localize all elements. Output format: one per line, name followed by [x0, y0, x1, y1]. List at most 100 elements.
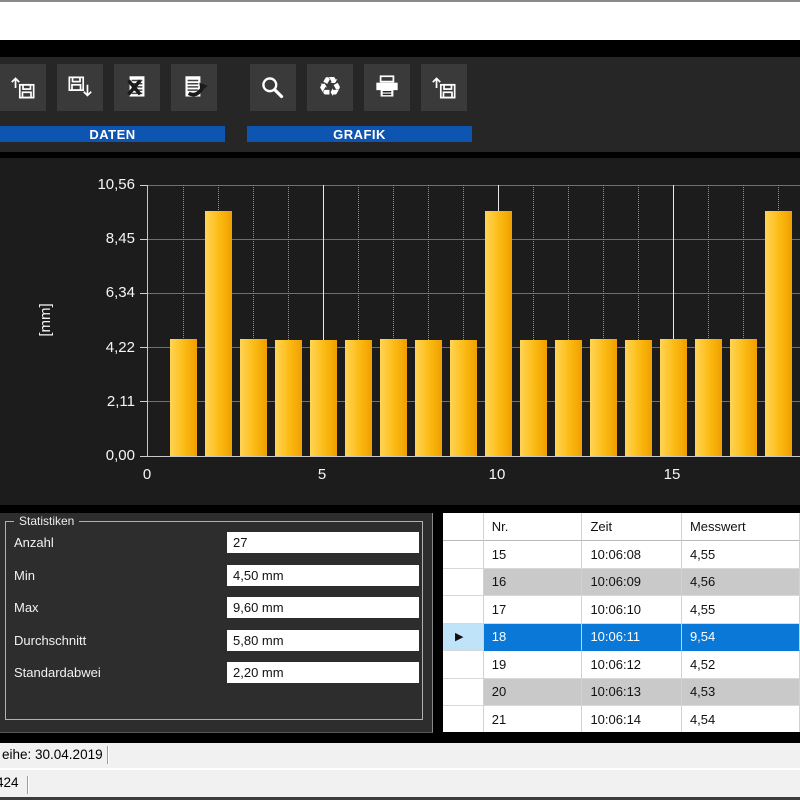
y-tick-label: 0,00: [55, 447, 135, 464]
table-row[interactable]: 1610:06:094,56: [443, 569, 800, 597]
min-label: Min: [14, 568, 35, 583]
row-header-cell[interactable]: ▶: [443, 624, 484, 652]
status-separator: [27, 776, 28, 794]
table-row[interactable]: 1910:06:124,52: [443, 651, 800, 679]
row-header-cell[interactable]: [443, 596, 484, 624]
grafik-group-label: GRAFIK: [247, 126, 472, 142]
gridline-horizontal: [148, 239, 800, 240]
row-header-cell[interactable]: [443, 569, 484, 597]
floppy-arrow-down-icon: [64, 72, 96, 104]
cell-nr[interactable]: 15: [484, 541, 583, 569]
bar-13: [590, 339, 617, 456]
standardabwei-row: Standardabwei: [0, 662, 432, 683]
export-data-button[interactable]: [171, 64, 217, 111]
row-header-cell[interactable]: [443, 679, 484, 707]
standardabwei-field[interactable]: [227, 662, 419, 683]
anzahl-label: Anzahl: [14, 535, 54, 550]
table-row[interactable]: 2110:06:144,54: [443, 706, 800, 732]
cell-nr[interactable]: 18: [484, 624, 583, 652]
table-row[interactable]: 1510:06:084,55: [443, 541, 800, 569]
table-header-row: Nr. Zeit Messwert: [443, 513, 800, 541]
bar-9: [450, 340, 477, 456]
series-date-text: eihe: 30.04.2019: [2, 747, 103, 762]
floppy-arrow-up-icon: [7, 72, 39, 104]
cell-zeit[interactable]: 10:06:13: [582, 679, 682, 707]
y-tick-mark: [140, 293, 147, 294]
cell-messwert[interactable]: 9,54: [682, 624, 800, 652]
bar-6: [345, 340, 372, 457]
menu-bar: [0, 2, 800, 40]
floppy-arrow-up-icon: [428, 72, 460, 104]
x-tick-label: 10: [482, 466, 512, 483]
max-label: Max: [14, 600, 39, 615]
durchschnitt-field[interactable]: [227, 630, 419, 651]
bar-5: [310, 340, 337, 456]
zoom-button[interactable]: [250, 64, 296, 111]
statistics-title: Statistiken: [14, 514, 79, 528]
print-button[interactable]: [364, 64, 410, 111]
cell-nr[interactable]: 19: [484, 651, 583, 679]
cell-nr[interactable]: 21: [484, 706, 583, 732]
bar-10: [485, 211, 512, 456]
document-arrow-icon: [178, 72, 210, 104]
cell-zeit[interactable]: 10:06:09: [582, 569, 682, 597]
column-header-messwert[interactable]: Messwert: [682, 513, 800, 541]
bar-14: [625, 340, 652, 456]
save-graphic-button[interactable]: [421, 64, 467, 111]
row-header-cell[interactable]: [443, 541, 484, 569]
y-tick-mark: [140, 239, 147, 240]
cell-zeit[interactable]: 10:06:11: [582, 624, 682, 652]
anzahl-row: Anzahl: [0, 532, 432, 553]
row-header-cell[interactable]: [443, 651, 484, 679]
cell-nr[interactable]: 16: [484, 569, 583, 597]
table-row[interactable]: 2010:06:134,53: [443, 679, 800, 707]
y-tick-label: 8,45: [55, 230, 135, 247]
save-data-button[interactable]: [57, 64, 103, 111]
bar-8: [415, 340, 442, 456]
toolbar-group-grafik: ♻: [247, 57, 472, 152]
cell-messwert[interactable]: 4,53: [682, 679, 800, 707]
cell-nr[interactable]: 20: [484, 679, 583, 707]
cell-messwert[interactable]: 4,55: [682, 596, 800, 624]
device-text: 424: [0, 775, 19, 790]
cell-zeit[interactable]: 10:06:10: [582, 596, 682, 624]
y-tick-label: 2,11: [55, 393, 135, 410]
gridline-horizontal: [148, 185, 800, 186]
delete-data-button[interactable]: [114, 64, 160, 111]
cell-nr[interactable]: 17: [484, 596, 583, 624]
anzahl-field[interactable]: [227, 532, 419, 553]
recycle-icon: ♻: [318, 74, 342, 101]
bar-7: [380, 339, 407, 456]
bar-15: [660, 339, 687, 456]
status-separator: [107, 746, 108, 764]
cell-zeit[interactable]: 10:06:12: [582, 651, 682, 679]
bar-12: [555, 340, 582, 457]
status-bar-device: 424: [0, 768, 800, 797]
table-row[interactable]: 1710:06:104,55: [443, 596, 800, 624]
cell-zeit[interactable]: 10:06:14: [582, 706, 682, 732]
cell-messwert[interactable]: 4,55: [682, 541, 800, 569]
load-data-button[interactable]: [0, 64, 46, 111]
bar-16: [695, 339, 722, 456]
y-tick-label: 10,56: [55, 176, 135, 193]
row-header-cell[interactable]: [443, 706, 484, 732]
status-bar-series: eihe: 30.04.2019: [0, 743, 800, 768]
table-row[interactable]: ▶1810:06:119,54: [443, 624, 800, 652]
cell-messwert[interactable]: 4,54: [682, 706, 800, 732]
refresh-button[interactable]: ♻: [307, 64, 353, 111]
cell-messwert[interactable]: 4,56: [682, 569, 800, 597]
plot-area: [147, 185, 800, 457]
bar-3: [240, 339, 267, 456]
cell-messwert[interactable]: 4,52: [682, 651, 800, 679]
column-header-zeit[interactable]: Zeit: [582, 513, 682, 541]
min-field[interactable]: [227, 565, 419, 586]
x-tick-label: 0: [132, 466, 162, 483]
measurement-table: Nr. Zeit Messwert 1510:06:084,551610:06:…: [443, 513, 800, 732]
max-field[interactable]: [227, 597, 419, 618]
magnifier-icon: [257, 72, 289, 104]
cell-zeit[interactable]: 10:06:08: [582, 541, 682, 569]
gridline-horizontal: [148, 293, 800, 294]
column-header-nr[interactable]: Nr.: [484, 513, 583, 541]
table-body: 1510:06:084,551610:06:094,561710:06:104,…: [443, 541, 800, 732]
durchschnitt-label: Durchschnitt: [14, 633, 86, 648]
